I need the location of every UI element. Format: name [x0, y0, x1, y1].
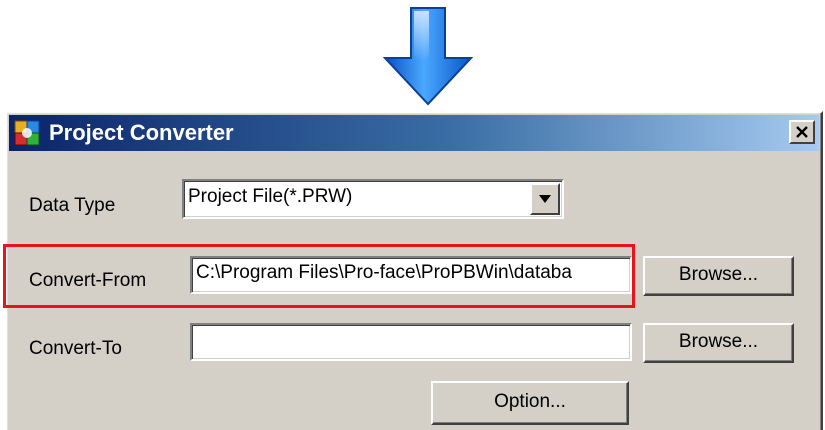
data-type-select[interactable]: Project File(*.PRW)	[182, 179, 564, 219]
triangle-down-icon	[539, 195, 551, 203]
convert-from-highlight	[3, 244, 635, 308]
browse-to-button[interactable]: Browse...	[643, 323, 794, 363]
dropdown-button[interactable]	[530, 183, 560, 215]
down-arrow-icon	[383, 7, 473, 106]
stage: Project Converter Data Type Project File…	[0, 0, 825, 430]
convert-to-label: Convert-To	[29, 338, 122, 359]
close-icon	[796, 126, 808, 138]
data-type-value: Project File(*.PRW)	[188, 186, 353, 207]
option-button[interactable]: Option...	[431, 381, 629, 425]
title-bar[interactable]: Project Converter	[9, 115, 819, 151]
convert-to-input[interactable]	[190, 323, 632, 361]
browse-from-button[interactable]: Browse...	[643, 256, 794, 296]
data-type-label: Data Type	[29, 195, 116, 216]
close-button[interactable]	[789, 120, 815, 144]
project-converter-icon	[14, 120, 40, 146]
window-title: Project Converter	[49, 120, 234, 145]
